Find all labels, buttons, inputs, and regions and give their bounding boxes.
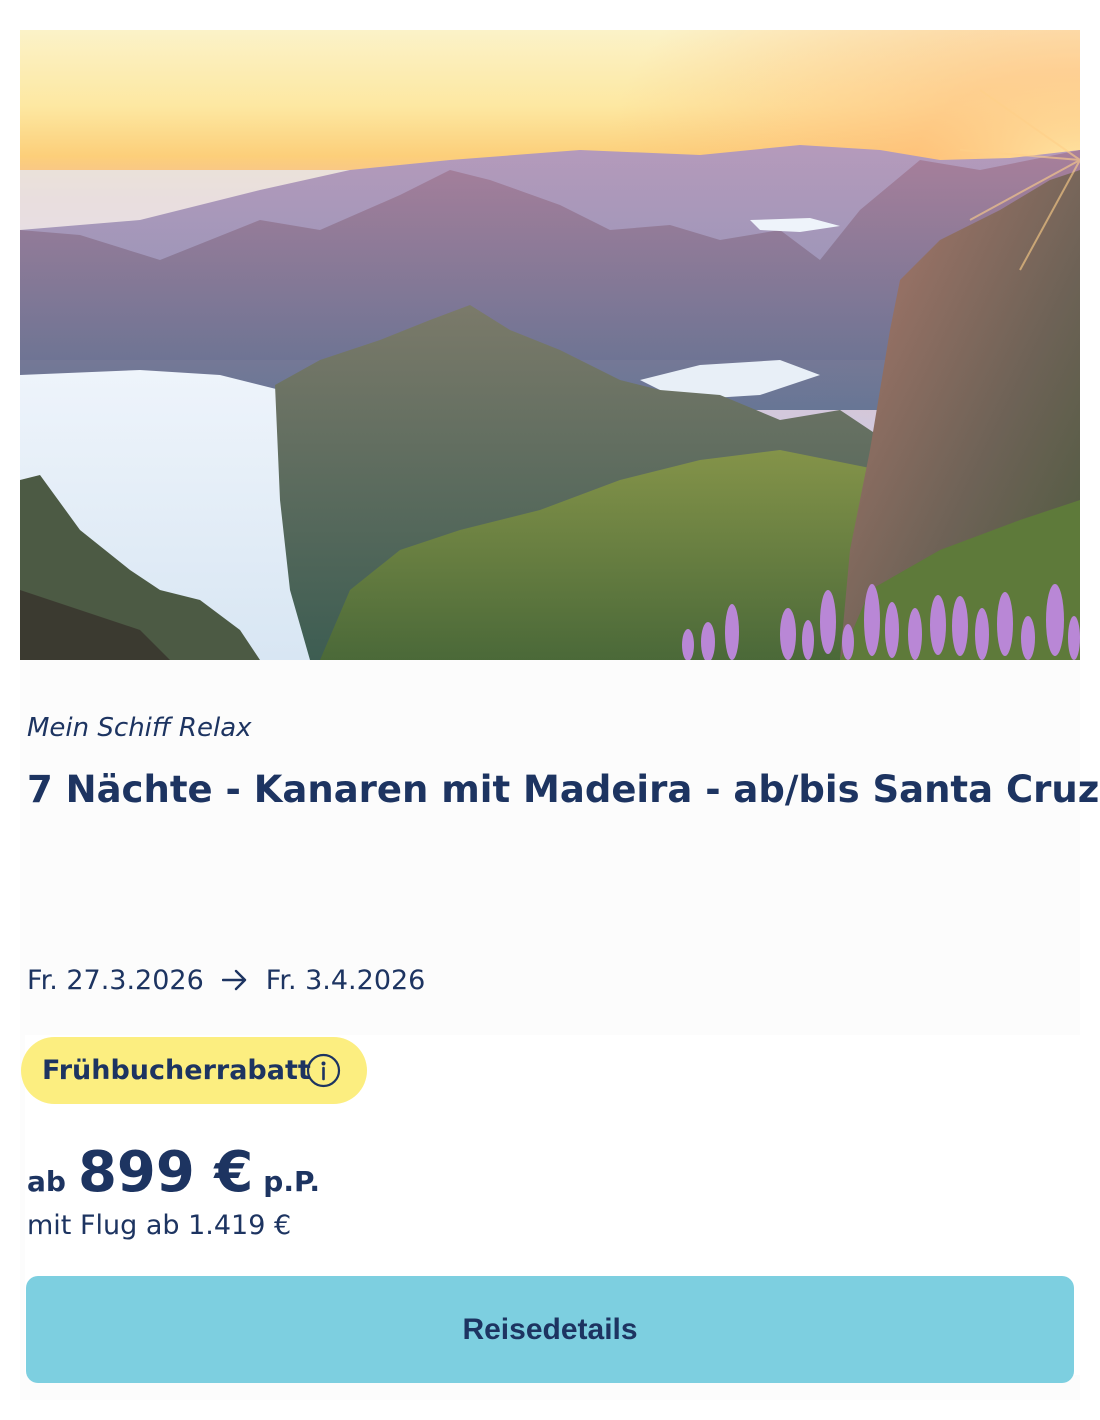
end-date: Fr. 3.4.2026 (265, 964, 426, 996)
start-date: Fr. 27.3.2026 (27, 964, 204, 996)
arrow-right-icon (221, 969, 248, 991)
ship-name: Mein Schiff Relax (27, 713, 252, 743)
cruise-hero-image[interactable] (20, 30, 1080, 660)
cruise-title[interactable]: 7 Nächte - Kanaren mit Madeira - ab/bis … (27, 768, 1099, 811)
landscape-photo (20, 30, 1080, 660)
price-suffix: p.P. (263, 1165, 320, 1198)
price-line: ab 899 € p.P. (27, 1140, 320, 1210)
info-icon[interactable] (306, 1053, 341, 1088)
price-with-flight: mit Flug ab 1.419 € (27, 1210, 292, 1241)
badge-label: Frühbucherrabatt (42, 1055, 311, 1086)
trip-details-button[interactable]: Reisedetails (26, 1276, 1074, 1383)
cruise-card[interactable]: Mein Schiff Relax 7 Nächte - Kanaren mit… (20, 30, 1099, 1400)
early-booking-badge[interactable]: Frühbucherrabatt (21, 1037, 367, 1104)
price-amount: 899 € (77, 1140, 254, 1205)
travel-dates: Fr. 27.3.2026 Fr. 3.4.2026 (27, 960, 425, 1000)
price-prefix: ab (27, 1165, 66, 1198)
